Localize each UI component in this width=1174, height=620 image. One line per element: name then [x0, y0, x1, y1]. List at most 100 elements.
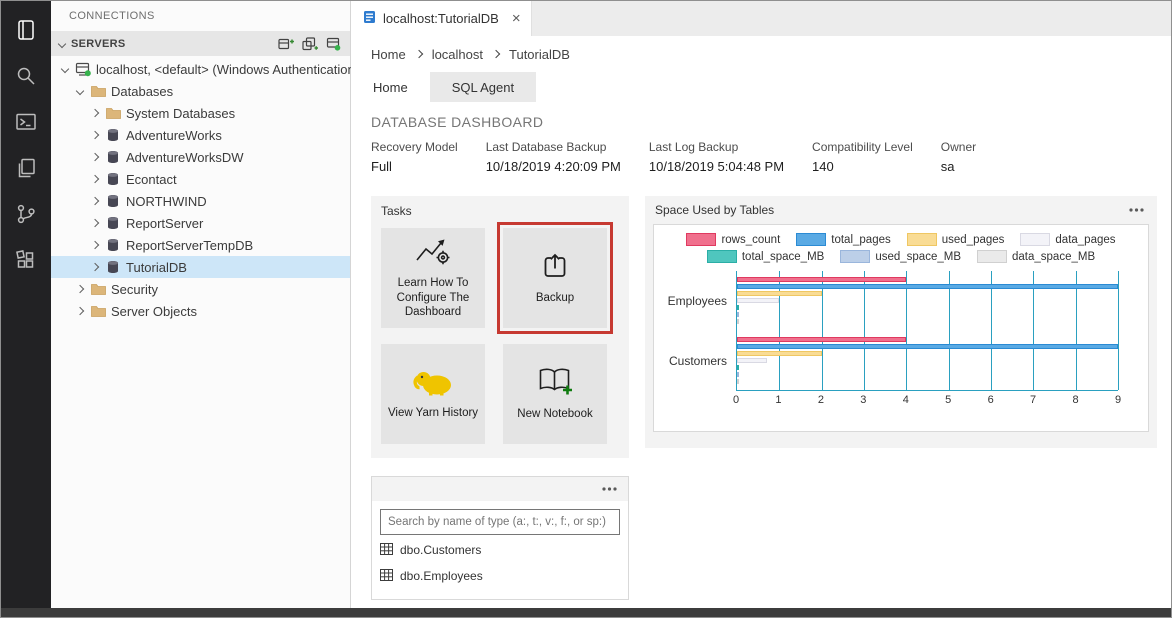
x-tick-label: 9 — [1115, 394, 1121, 406]
x-tick-label: 8 — [1072, 394, 1078, 406]
breadcrumb-tutorialdb[interactable]: TutorialDB — [509, 47, 570, 62]
legend-row: total_space_MBused_space_MBdata_space_MB — [707, 250, 1095, 263]
tree-item-reportservertempdb[interactable]: ReportServerTempDB — [51, 234, 350, 256]
tree-item-server-objects[interactable]: Server Objects — [51, 300, 350, 322]
yarn-elephant-icon — [413, 368, 453, 399]
property-value: 140 — [812, 159, 913, 174]
task-backup-button[interactable]: Backup — [503, 228, 607, 328]
chevron-right-icon[interactable] — [72, 308, 88, 314]
gridline — [1118, 271, 1119, 390]
chevron-down-icon[interactable] — [72, 88, 88, 94]
search-widget-body: dbo.Customers dbo.Employees — [372, 501, 628, 595]
legend-label: used_pages — [942, 234, 1005, 246]
tree-item-adventureworks[interactable]: AdventureWorks — [51, 124, 350, 146]
dashboard-panels: Tasks Learn How To Configure The Dashboa… — [371, 196, 1157, 600]
tree-item-tutorialdb[interactable]: TutorialDB — [51, 256, 350, 278]
connections-icon[interactable] — [2, 7, 50, 53]
database-icon — [103, 128, 123, 142]
tree-item-system-databases[interactable]: System Databases — [51, 102, 350, 124]
legend-label: total_space_MB — [742, 251, 824, 263]
source-control-icon[interactable] — [2, 191, 50, 237]
page-title: DATABASE DASHBOARD — [371, 114, 1157, 130]
tree-item-northwind[interactable]: NORTHWIND — [51, 190, 350, 212]
tree-item-econtact[interactable]: Econtact — [51, 168, 350, 190]
servers-toolbar — [278, 37, 342, 51]
chevron-right-icon[interactable] — [72, 286, 88, 292]
chevron-right-icon[interactable] — [87, 132, 103, 138]
chevron-right-icon — [414, 50, 422, 58]
breadcrumb-localhost[interactable]: localhost — [432, 47, 483, 62]
bar-rows-count-employees — [737, 277, 906, 282]
terminal-icon[interactable] — [2, 99, 50, 145]
object-item-dbo-employees[interactable]: dbo.Employees — [380, 565, 620, 587]
bar-used-space-mb-employees — [737, 312, 739, 317]
object-search-input[interactable] — [380, 509, 620, 535]
new-server-group-icon[interactable] — [302, 37, 318, 51]
breadcrumb-home[interactable]: Home — [371, 47, 406, 62]
chevron-right-icon[interactable] — [87, 242, 103, 248]
x-tick-label: 2 — [818, 394, 824, 406]
activity-bar — [1, 1, 51, 617]
task-new-notebook-button[interactable]: New Notebook — [503, 344, 607, 444]
tree-item-adventureworksdw[interactable]: AdventureWorksDW — [51, 146, 350, 168]
tree-item-databases[interactable]: Databases — [51, 80, 350, 102]
chevron-right-icon[interactable] — [87, 198, 103, 204]
database-icon — [103, 194, 123, 208]
legend-item-total-pages: total_pages — [796, 233, 890, 246]
task-learn-how-to-configure-the-dashboard-button[interactable]: Learn How To Configure The Dashboard — [381, 228, 485, 328]
property-last-database-backup: Last Database Backup10/18/2019 4:20:09 P… — [486, 140, 621, 174]
server-icon — [73, 62, 93, 77]
legend-label: data_space_MB — [1012, 251, 1095, 263]
property-label: Last Log Backup — [649, 140, 784, 154]
breadcrumb: Home localhost TutorialDB — [351, 36, 1171, 72]
chevron-right-icon[interactable] — [87, 220, 103, 226]
object-item-dbo-customers[interactable]: dbo.Customers — [380, 539, 620, 561]
tab-home[interactable]: Home — [351, 72, 430, 102]
backup-icon — [540, 251, 570, 284]
more-options-icon[interactable] — [1126, 205, 1147, 215]
database-icon — [103, 172, 123, 186]
more-options-icon[interactable] — [599, 484, 620, 494]
tab-sql-agent[interactable]: SQL Agent — [430, 72, 536, 102]
property-value: 10/18/2019 5:04:48 PM — [649, 159, 784, 174]
database-icon — [103, 260, 123, 274]
legend-item-data-space-mb: data_space_MB — [977, 250, 1095, 263]
servers-section-header[interactable]: SERVERS — [51, 31, 350, 56]
extensions-icon[interactable] — [2, 237, 50, 283]
servers-tree: localhost, <default> (Windows Authentica… — [51, 56, 350, 322]
folder-icon — [103, 107, 123, 119]
table-icon — [380, 543, 393, 558]
object-list: dbo.Customers dbo.Employees — [380, 539, 620, 587]
property-last-log-backup: Last Log Backup 10/18/2019 5:04:48 PM — [649, 140, 784, 174]
x-tick-label: 7 — [1030, 394, 1036, 406]
chevron-right-icon[interactable] — [87, 154, 103, 160]
legend-item-data-pages: data_pages — [1020, 233, 1115, 246]
tree-item-security[interactable]: Security — [51, 278, 350, 300]
close-icon[interactable]: × — [512, 11, 521, 26]
chevron-right-icon[interactable] — [87, 264, 103, 270]
category-label-customers: Customers — [664, 331, 736, 391]
tree-item-localhost-default-windows-authentication[interactable]: localhost, <default> (Windows Authentica… — [51, 58, 350, 80]
bar-data-pages-employees — [737, 298, 779, 303]
tab-localhost-tutorialdb[interactable]: localhost:TutorialDB × — [351, 1, 532, 36]
chevron-right-icon — [492, 50, 500, 58]
chart-gear-icon — [415, 236, 451, 269]
task-view-yarn-history-button[interactable]: View Yarn History — [381, 344, 485, 444]
tree-item-label: TutorialDB — [126, 260, 187, 275]
tree-item-reportserver[interactable]: ReportServer — [51, 212, 350, 234]
chevron-down-icon[interactable] — [57, 66, 73, 72]
pages-icon[interactable] — [2, 145, 50, 191]
chevron-right-icon[interactable] — [87, 176, 103, 182]
x-tick-label: 6 — [988, 394, 994, 406]
legend-swatch — [840, 250, 870, 263]
property-value: 10/18/2019 4:20:09 PM — [486, 159, 621, 174]
active-connections-icon[interactable] — [326, 37, 342, 51]
sidebar-title: CONNECTIONS — [51, 1, 350, 31]
new-connection-icon[interactable] — [278, 37, 294, 51]
database-properties: Recovery ModelFullLast Database Backup10… — [371, 140, 1157, 174]
chevron-right-icon[interactable] — [87, 110, 103, 116]
property-label: Compatibility Level — [812, 140, 913, 154]
property-value: Full — [371, 159, 458, 174]
search-icon[interactable] — [2, 53, 50, 99]
bar-used-pages-employees — [737, 291, 822, 296]
